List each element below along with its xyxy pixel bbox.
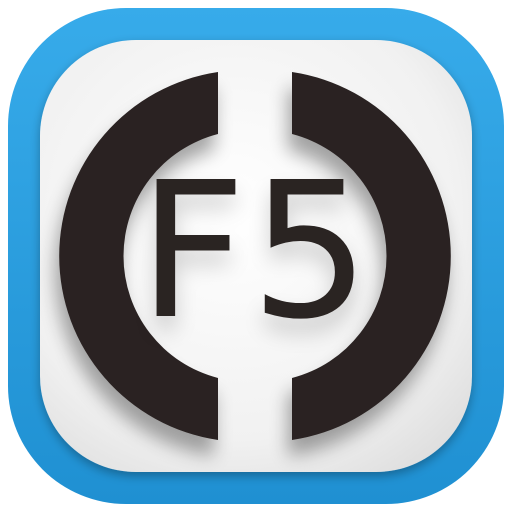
- app-icon[interactable]: F5: [0, 0, 512, 512]
- f5-label: F5: [138, 142, 374, 361]
